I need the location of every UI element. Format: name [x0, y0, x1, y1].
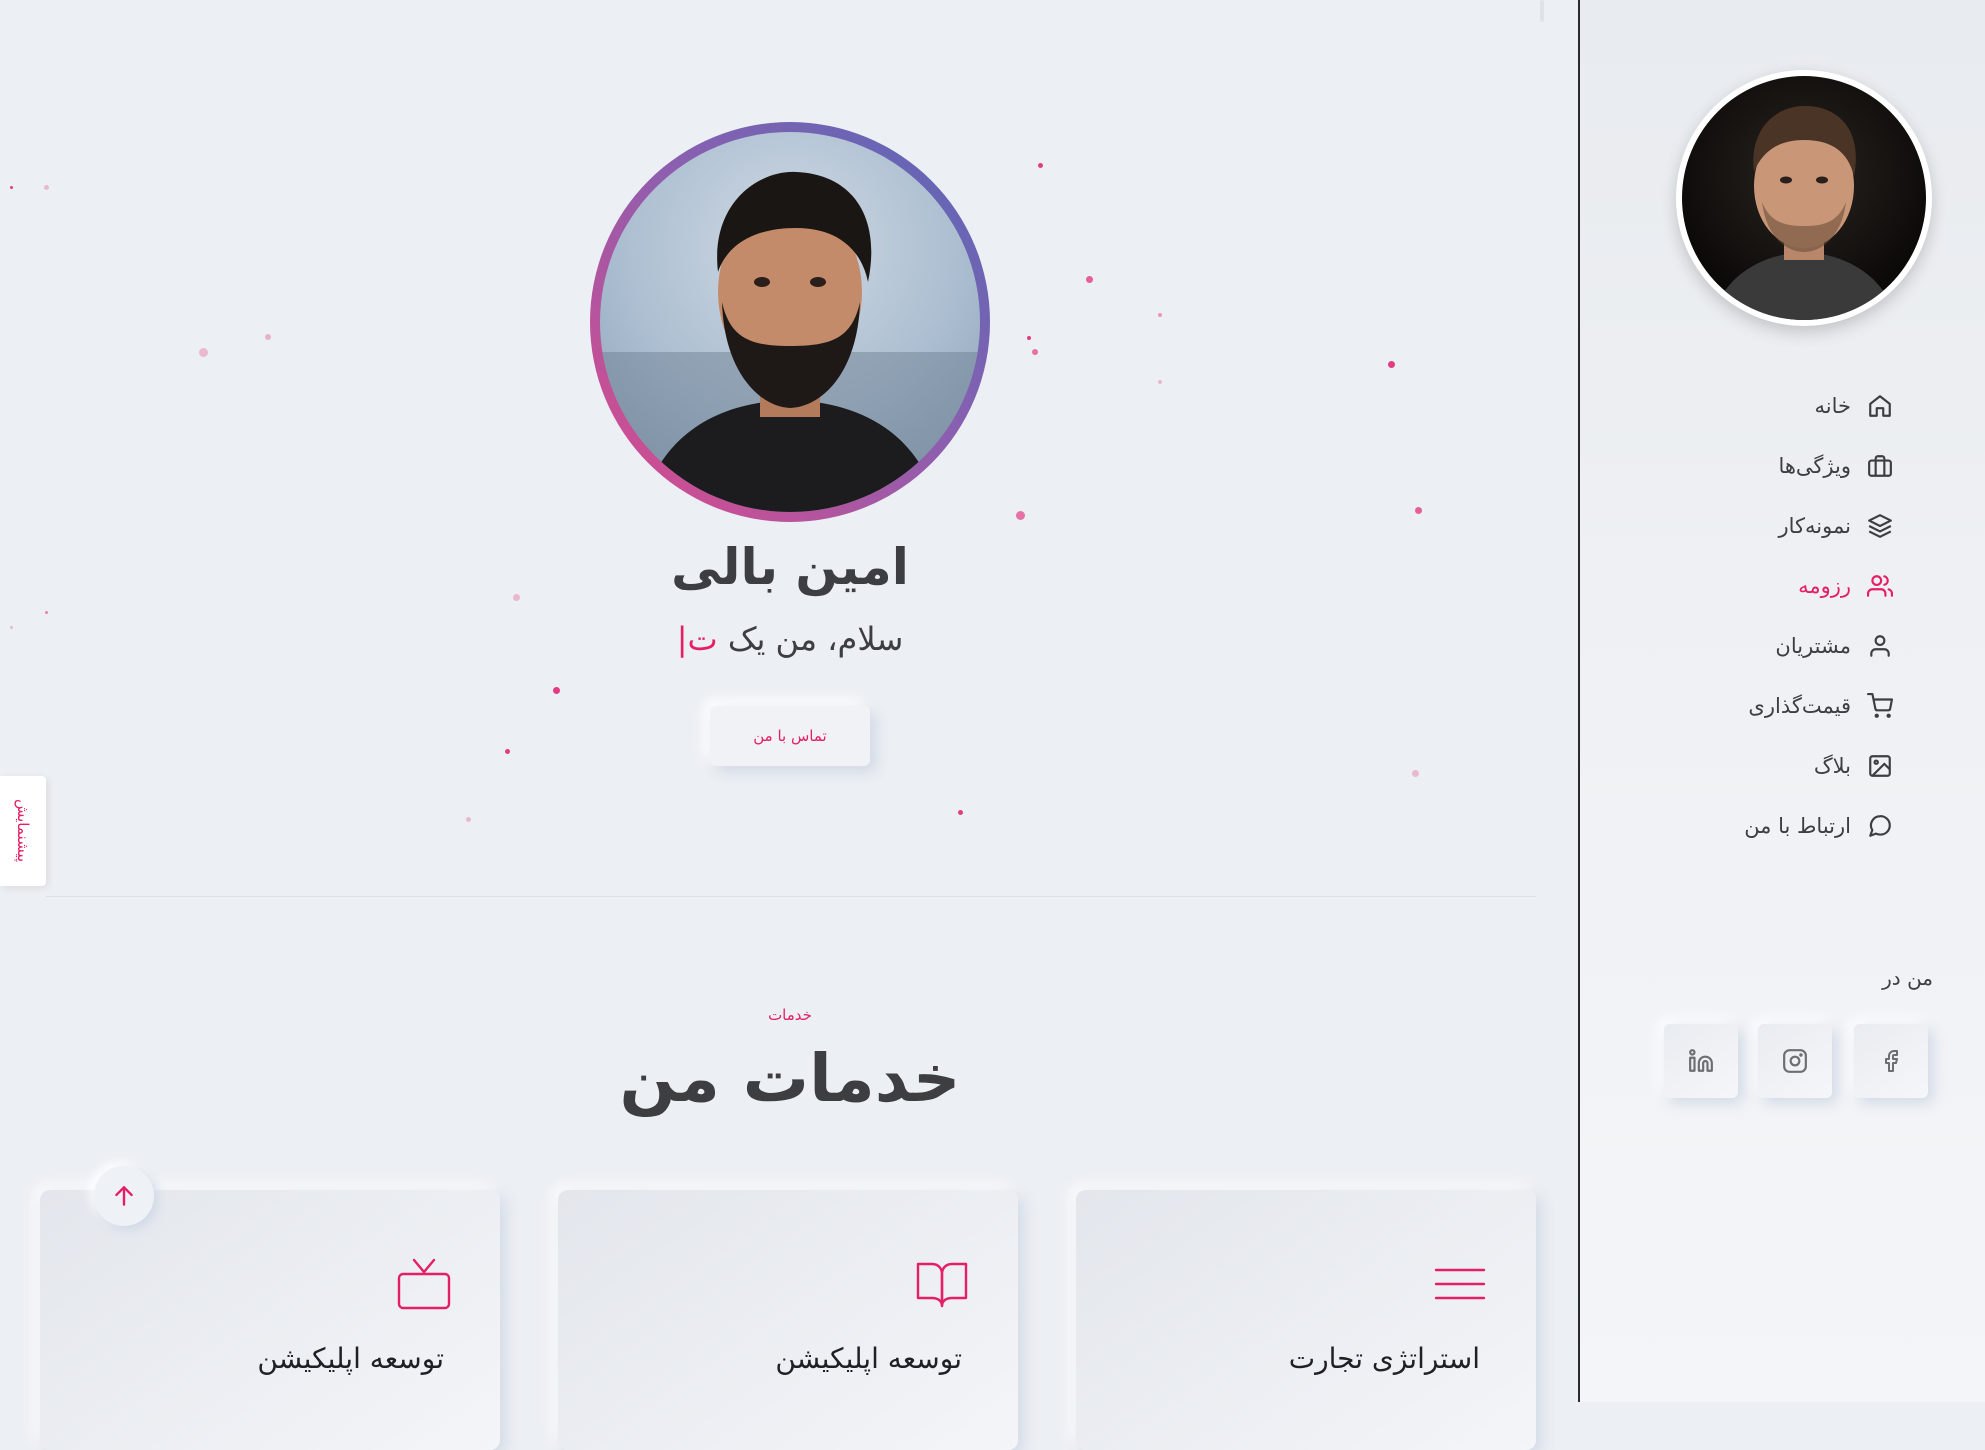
contact-me-button[interactable]: تماس با من [710, 706, 870, 766]
typing-cursor: | [676, 620, 688, 658]
particle [505, 749, 510, 754]
nav-label: بلاگ [1813, 754, 1851, 778]
particle [44, 185, 49, 190]
nav-item-blog[interactable]: بلاگ [1814, 746, 1895, 786]
particle [1158, 380, 1162, 384]
greeting-typed-text: ت [687, 620, 718, 658]
particle [1388, 361, 1395, 368]
nav-label: قیمت‌گذاری [1748, 694, 1851, 718]
particle [1032, 349, 1038, 355]
linkedin-button[interactable] [1664, 1024, 1738, 1098]
hero-avatar [590, 122, 990, 522]
services-title: خدمات من [619, 1040, 961, 1117]
nav-item-clients[interactable]: مشتریان [1775, 626, 1895, 666]
instagram-icon [1783, 1049, 1807, 1073]
menu-icon [1432, 1256, 1488, 1312]
service-title: استراتژی تجارت [1288, 1342, 1480, 1375]
particle [1415, 507, 1422, 514]
arrow-up-icon [115, 1186, 133, 1206]
hero-name: امین بالی [671, 538, 909, 596]
particle [10, 626, 13, 629]
nav-item-pricing[interactable]: قیمت‌گذاری [1748, 686, 1895, 726]
tv-icon [396, 1256, 452, 1312]
section-divider [46, 896, 1536, 897]
service-card[interactable]: استراتژی تجارت [1076, 1190, 1536, 1450]
book-icon [914, 1256, 970, 1312]
nav-label: نمونه‌کار [1778, 514, 1851, 538]
particle [466, 817, 471, 822]
briefcase-icon [1865, 451, 1895, 481]
service-card[interactable]: توسعه اپلیکیشن [558, 1190, 1018, 1450]
find-me-label: من در [1882, 966, 1933, 990]
hero-greeting: سلام، من یک ت| [520, 620, 1060, 658]
nav-label: ارتباط با من [1744, 814, 1851, 838]
particle [1158, 313, 1162, 317]
scroll-edge [1540, 0, 1544, 22]
user-icon [1865, 631, 1895, 661]
instagram-button[interactable] [1758, 1024, 1832, 1098]
particle [1038, 163, 1043, 168]
particle [45, 611, 48, 614]
users-icon [1865, 571, 1895, 601]
sidebar: خانه ویژگی‌ها نمونه‌کار رزومه مشتریان [1578, 0, 1985, 1402]
services-subtitle: خدمات [768, 1006, 812, 1024]
cart-icon [1865, 691, 1895, 721]
particle [1086, 276, 1093, 283]
particle [1016, 511, 1025, 520]
nav-item-resume[interactable]: رزومه [1798, 566, 1895, 606]
particle [1412, 770, 1419, 777]
greeting-prefix: سلام، من یک [727, 620, 904, 658]
nav-label: رزومه [1798, 574, 1851, 598]
particle [513, 594, 520, 601]
demo-tab[interactable]: پیشنمایش [0, 776, 46, 886]
particle [1027, 336, 1031, 340]
nav-label: مشتریان [1775, 634, 1851, 658]
hero-avatar-photo [600, 132, 980, 512]
particle [199, 348, 208, 357]
layers-icon [1865, 511, 1895, 541]
nav-item-features[interactable]: ویژگی‌ها [1778, 446, 1895, 486]
demo-tab-label: پیشنمایش [14, 799, 32, 863]
particle [553, 687, 560, 694]
particle [10, 186, 13, 189]
service-title: توسعه اپلیکیشن [775, 1342, 962, 1375]
nav-item-contact[interactable]: ارتباط با من [1744, 806, 1895, 846]
particle [265, 334, 271, 340]
facebook-icon [1885, 1050, 1898, 1072]
service-card[interactable]: توسعه اپلیکیشن [40, 1190, 500, 1450]
nav-item-home[interactable]: خانه [1815, 386, 1895, 426]
image-icon [1865, 751, 1895, 781]
service-title: توسعه اپلیکیشن [257, 1342, 444, 1375]
sidebar-avatar [1676, 70, 1932, 326]
scroll-to-top-button[interactable] [94, 1166, 154, 1226]
nav-label: خانه [1814, 394, 1851, 418]
facebook-button[interactable] [1854, 1024, 1928, 1098]
sidebar-avatar-photo [1682, 76, 1926, 320]
message-circle-icon [1865, 811, 1895, 841]
home-icon [1865, 391, 1895, 421]
linkedin-icon [1689, 1049, 1713, 1072]
main-content: امین بالی سلام، من یک ت| تماس با من پیشن… [0, 0, 1578, 1450]
nav-label: ویژگی‌ها [1778, 454, 1851, 478]
particle [958, 810, 963, 815]
nav-item-portfolio[interactable]: نمونه‌کار [1779, 506, 1895, 546]
